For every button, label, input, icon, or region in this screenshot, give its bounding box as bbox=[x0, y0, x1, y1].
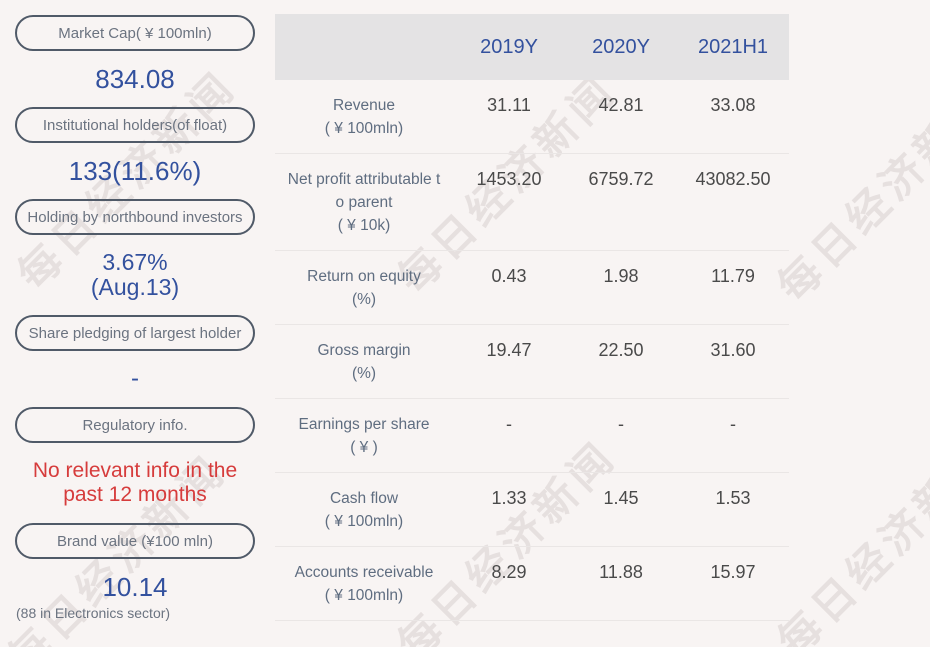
row-label: Accounts receivable ( ¥ 100mln) bbox=[294, 564, 434, 604]
metric-pill-label: Brand value (¥100 mln) bbox=[57, 532, 213, 550]
row-value: 22.50 bbox=[598, 340, 644, 360]
row-value: 8.29 bbox=[491, 562, 527, 582]
row-value: 1453.20 bbox=[476, 169, 542, 189]
column-header-2020y: 2020Y bbox=[592, 35, 650, 58]
financials-table: 2019Y 2020Y 2021H1 Revenue ( ¥ 100mln) 3… bbox=[275, 14, 789, 621]
metric-value-northbound-holding: 3.67% (Aug.13) bbox=[90, 249, 180, 300]
row-value: 1.53 bbox=[715, 488, 751, 508]
row-value: 6759.72 bbox=[588, 169, 654, 189]
metric-pill-institutional-holders: Institutional holders(of float) bbox=[15, 107, 255, 143]
row-value: 15.97 bbox=[710, 562, 756, 582]
column-header-2019y: 2019Y bbox=[480, 35, 538, 58]
metric-value-institutional-holders: 133(11.6%) bbox=[68, 156, 202, 186]
row-label: Net profit attributable t o parent ( ¥ 1… bbox=[287, 171, 441, 234]
row-value: 31.11 bbox=[487, 95, 531, 115]
metric-value-regulatory-info: No relevant info in the past 12 months bbox=[32, 459, 238, 506]
metric-pill-brand-value: Brand value (¥100 mln) bbox=[15, 523, 255, 559]
row-value: 1.45 bbox=[603, 488, 639, 508]
metric-pill-label: Holding by northbound investors bbox=[27, 208, 243, 226]
row-value: - bbox=[506, 414, 512, 434]
table-row-return-on-equity: Return on equity (%) 0.43 1.98 11.79 bbox=[275, 251, 789, 325]
row-label: Cash flow ( ¥ 100mln) bbox=[324, 490, 404, 530]
table-row-net-profit: Net profit attributable t o parent ( ¥ 1… bbox=[275, 154, 789, 251]
row-value: - bbox=[618, 414, 624, 434]
column-header-2021h1: 2021H1 bbox=[697, 35, 769, 58]
metric-pill-regulatory-info: Regulatory info. bbox=[15, 407, 255, 443]
row-value: 33.08 bbox=[710, 95, 756, 115]
table-row-accounts-receivable: Accounts receivable ( ¥ 100mln) 8.29 11.… bbox=[275, 547, 789, 621]
brand-value-sector-rank-note: (88 in Electronics sector) bbox=[16, 605, 171, 621]
row-value: 19.47 bbox=[486, 340, 532, 360]
row-value: - bbox=[730, 414, 736, 434]
table-header-row: 2019Y 2020Y 2021H1 bbox=[275, 14, 789, 80]
metric-pill-market-cap: Market Cap( ¥ 100mln) bbox=[15, 15, 255, 51]
row-value: 42.81 bbox=[598, 95, 644, 115]
table-row-cash-flow: Cash flow ( ¥ 100mln) 1.33 1.45 1.53 bbox=[275, 473, 789, 547]
metric-value-market-cap: 834.08 bbox=[95, 64, 175, 94]
table-row-gross-margin: Gross margin (%) 19.47 22.50 31.60 bbox=[275, 325, 789, 399]
row-label: Gross margin (%) bbox=[317, 342, 411, 382]
table-row-revenue: Revenue ( ¥ 100mln) 31.11 42.81 33.08 bbox=[275, 80, 789, 154]
row-label: Earnings per share ( ¥ ) bbox=[298, 416, 430, 456]
row-value: 1.98 bbox=[603, 266, 639, 286]
row-label: Return on equity (%) bbox=[307, 268, 421, 308]
metric-pill-share-pledging: Share pledging of largest holder bbox=[15, 315, 255, 351]
row-value: 31.60 bbox=[710, 340, 756, 360]
row-label: Revenue ( ¥ 100mln) bbox=[324, 97, 404, 137]
metric-value-share-pledging: - bbox=[131, 365, 139, 392]
metric-value-brand-value: 10.14 bbox=[102, 572, 168, 602]
metric-pill-label: Share pledging of largest holder bbox=[28, 324, 242, 342]
row-value: 0.43 bbox=[491, 266, 527, 286]
metric-pill-northbound-holding: Holding by northbound investors bbox=[15, 199, 255, 235]
row-value: 11.88 bbox=[599, 562, 643, 582]
table-row-earnings-per-share: Earnings per share ( ¥ ) - - - bbox=[275, 399, 789, 473]
row-value: 43082.50 bbox=[695, 169, 771, 189]
stock-financial-panel: 每日经济新闻 每日经济新闻 每日经济新闻 每日经济新闻 每日经济新闻 每日经济新… bbox=[0, 0, 930, 647]
metrics-sidebar: Market Cap( ¥ 100mln) 834.08 Institution… bbox=[0, 0, 270, 647]
row-value: 1.33 bbox=[491, 488, 527, 508]
metric-pill-label: Market Cap( ¥ 100mln) bbox=[58, 24, 212, 42]
row-value: 11.79 bbox=[711, 266, 755, 286]
metric-pill-label: Institutional holders(of float) bbox=[42, 116, 228, 134]
metric-pill-label: Regulatory info. bbox=[82, 416, 188, 434]
